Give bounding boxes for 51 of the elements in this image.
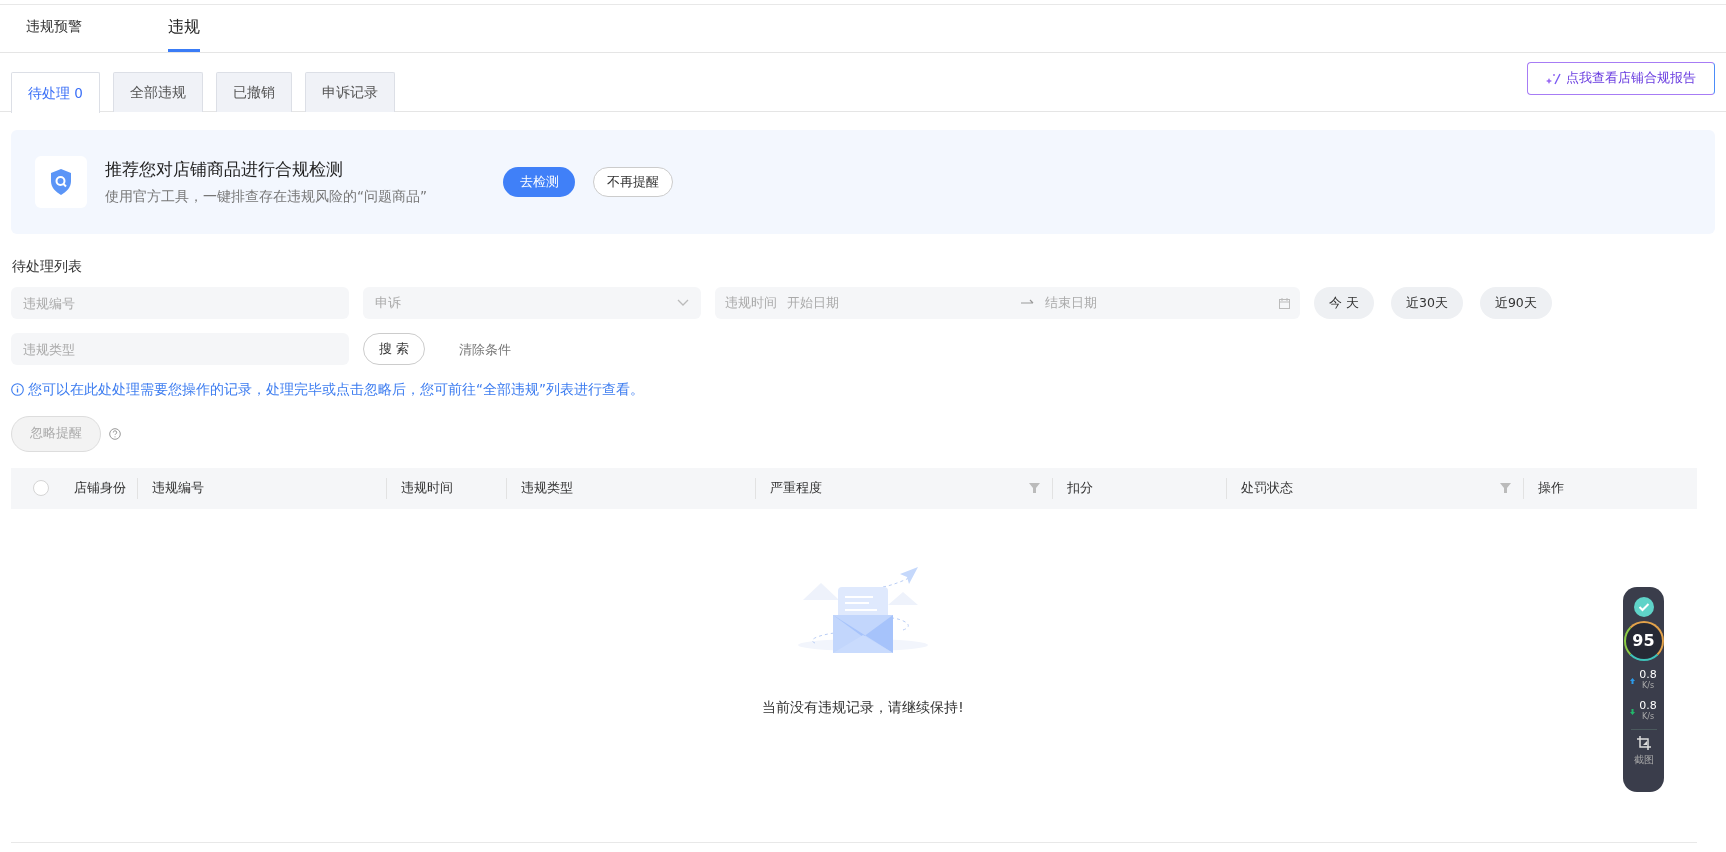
column-header[interactable]: 违规编号: [137, 467, 386, 509]
check-icon: [1633, 597, 1654, 617]
info-text: 您可以在此处处理需要您操作的记录，处理完毕或点击忽略后，您可前往“全部违规”列表进行查看。: [28, 380, 644, 400]
clear-button[interactable]: 清除条件: [439, 339, 531, 359]
section-title: 待处理列表: [12, 257, 83, 276]
down-arrow-icon: [1630, 708, 1636, 715]
column-header[interactable]: 店铺身份: [71, 467, 137, 509]
date-range-button[interactable]: 近30天: [1391, 287, 1463, 320]
field-label: 违规时间: [725, 293, 777, 312]
empty-message: 当前没有违规记录，请继续保持!: [762, 697, 964, 717]
end-date-placeholder: 结束日期: [1045, 293, 1097, 312]
calendar-icon: [1279, 297, 1290, 309]
column-header[interactable]: 严重程度: [755, 467, 1052, 509]
tab[interactable]: 违规: [168, 4, 200, 52]
column-header[interactable]: 扣分: [1052, 467, 1226, 509]
speed-value: 0.8: [1639, 669, 1657, 680]
banner-subtitle: 使用官方工具，一键排查存在违规风险的“问题商品”: [105, 187, 427, 207]
tab[interactable]: 全部违规: [112, 72, 203, 112]
type-field[interactable]: 违规类型: [11, 333, 349, 366]
column-header[interactable]: 违规类型: [506, 467, 755, 509]
date-range-button[interactable]: 近90天: [1479, 287, 1552, 320]
speed-unit: K/s: [1640, 680, 1656, 692]
help-icon: [109, 427, 121, 440]
dismiss-button[interactable]: 不再提醒: [593, 167, 673, 197]
info-icon: [11, 382, 24, 396]
screenshot-label[interactable]: 截图: [1633, 752, 1654, 767]
tab[interactable]: 已撤销: [215, 72, 292, 112]
date-range-button[interactable]: 今 天: [1314, 287, 1374, 320]
banner-title: 推荐您对店铺商品进行合规检测: [105, 158, 344, 181]
column-header[interactable]: 处罚状态: [1226, 467, 1523, 509]
score-gauge: 95: [1623, 621, 1664, 661]
up-arrow-icon: [1630, 677, 1636, 684]
column-header[interactable]: 操作: [1523, 467, 1697, 509]
search-button[interactable]: 搜 索: [363, 333, 425, 366]
tab[interactable]: 申诉记录: [304, 72, 395, 112]
filter-icon[interactable]: [1500, 483, 1511, 493]
speed-value: 0.8: [1639, 700, 1657, 711]
speed-unit: K/s: [1640, 711, 1656, 723]
detect-button[interactable]: 去检测: [503, 167, 575, 197]
crop-icon[interactable]: [1636, 736, 1651, 750]
sparkle-icon: [1546, 71, 1562, 86]
report-button[interactable]: 点我查看店铺合规报告: [1527, 62, 1715, 95]
column-header[interactable]: 违规时间: [386, 467, 506, 509]
id-field[interactable]: 违规编号: [11, 287, 349, 320]
tab[interactable]: 待处理 0: [11, 72, 100, 113]
tab[interactable]: 违规预警: [26, 4, 82, 52]
start-date-placeholder: 开始日期: [787, 293, 839, 312]
shield-search-icon: [49, 168, 73, 196]
select-all-checkbox[interactable]: [33, 480, 49, 496]
filter-icon[interactable]: [1029, 483, 1040, 493]
chevron-down-icon: [677, 299, 689, 308]
